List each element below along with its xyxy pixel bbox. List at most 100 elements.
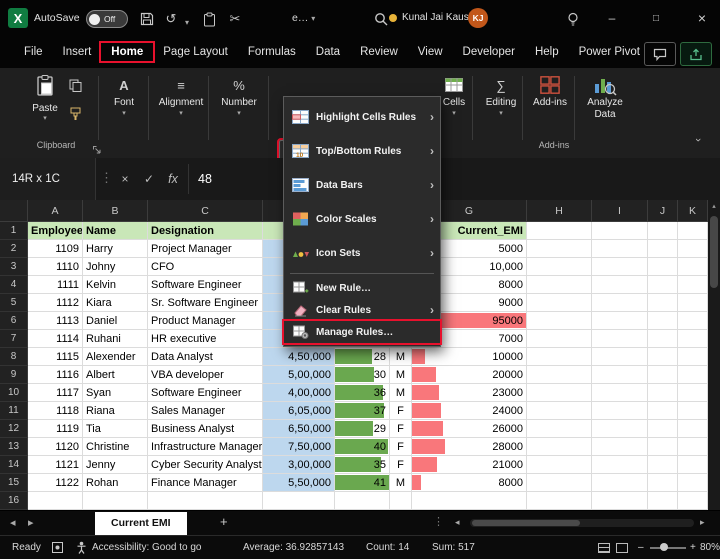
cell-b4[interactable]: Kelvin	[83, 276, 148, 294]
font-group-button[interactable]: A Font ▾	[102, 76, 146, 116]
cell-h12[interactable]	[527, 420, 592, 438]
zoom-level[interactable]: 80%	[700, 542, 720, 553]
search-icon[interactable]	[372, 10, 390, 28]
cell-d12[interactable]: 6,50,000	[263, 420, 335, 438]
zoom-in-button[interactable]: +	[690, 542, 696, 553]
ribbon-tab-page-layout[interactable]: Page Layout	[153, 43, 238, 61]
row-header-1[interactable]: 1	[0, 222, 28, 240]
ribbon-tab-file[interactable]: File	[14, 43, 53, 61]
vertical-scrollbar-thumb[interactable]	[710, 216, 718, 288]
row-header-4[interactable]: 4	[0, 276, 28, 294]
cell-b16[interactable]	[83, 492, 148, 510]
zoom-slider-knob[interactable]	[660, 543, 668, 551]
cell-a13[interactable]: 1120	[28, 438, 83, 456]
cell-g15[interactable]: 8000	[412, 474, 527, 492]
cell-k5[interactable]	[678, 294, 708, 312]
cell-h7[interactable]	[527, 330, 592, 348]
cell-i1[interactable]	[592, 222, 648, 240]
cell-c14[interactable]: Cyber Security Analyst	[148, 456, 263, 474]
cell-j16[interactable]	[648, 492, 678, 510]
cell-i15[interactable]	[592, 474, 648, 492]
cell-j12[interactable]	[648, 420, 678, 438]
insert-function-icon[interactable]: fx	[162, 158, 184, 200]
cell-f9[interactable]: M	[390, 366, 412, 384]
cell-d16[interactable]	[263, 492, 335, 510]
cell-i4[interactable]	[592, 276, 648, 294]
cell-e16[interactable]	[335, 492, 390, 510]
cell-h14[interactable]	[527, 456, 592, 474]
analyze-data-button[interactable]: Analyze Data	[578, 76, 632, 120]
cell-b3[interactable]: Johny	[83, 258, 148, 276]
cell-c12[interactable]: Business Analyst	[148, 420, 263, 438]
cell-c11[interactable]: Sales Manager	[148, 402, 263, 420]
cell-i11[interactable]	[592, 402, 648, 420]
cell-a15[interactable]: 1122	[28, 474, 83, 492]
cell-a3[interactable]: 1110	[28, 258, 83, 276]
cell-b2[interactable]: Harry	[83, 240, 148, 258]
addins-button[interactable]: Add-ins	[526, 76, 574, 108]
minimize-button[interactable]: –	[598, 0, 626, 36]
menu-item-top-bottom-rules[interactable]: 10Top/Bottom Rules›	[284, 134, 440, 168]
row-header-14[interactable]: 14	[0, 456, 28, 474]
row-header-6[interactable]: 6	[0, 312, 28, 330]
row-header-5[interactable]: 5	[0, 294, 28, 312]
cell-c13[interactable]: Infrastructure Manager	[148, 438, 263, 456]
cell-c15[interactable]: Finance Manager	[148, 474, 263, 492]
row-header-3[interactable]: 3	[0, 258, 28, 276]
cell-a4[interactable]: 1111	[28, 276, 83, 294]
cell-b13[interactable]: Christine	[83, 438, 148, 456]
clipboard-icon[interactable]	[200, 10, 218, 28]
column-header-i[interactable]: I	[592, 200, 648, 222]
page-layout-view-icon[interactable]	[616, 543, 628, 553]
cell-k13[interactable]	[678, 438, 708, 456]
cell-k4[interactable]	[678, 276, 708, 294]
cell-a11[interactable]: 1118	[28, 402, 83, 420]
vertical-scrollbar[interactable]: ▴	[708, 200, 720, 510]
cell-g9[interactable]: 20000	[412, 366, 527, 384]
cell-c7[interactable]: HR executive	[148, 330, 263, 348]
cell-d15[interactable]: 5,50,000	[263, 474, 335, 492]
alignment-group-button[interactable]: ≡ Alignment ▾	[152, 76, 210, 116]
cell-f15[interactable]: M	[390, 474, 412, 492]
cell-k9[interactable]	[678, 366, 708, 384]
cell-h6[interactable]	[527, 312, 592, 330]
cell-c6[interactable]: Product Manager	[148, 312, 263, 330]
cell-j11[interactable]	[648, 402, 678, 420]
cell-e15[interactable]: 41	[335, 474, 390, 492]
cell-c3[interactable]: CFO	[148, 258, 263, 276]
cell-h15[interactable]	[527, 474, 592, 492]
name-box[interactable]: 14R x 1C	[0, 158, 96, 200]
cell-g8[interactable]: 10000	[412, 348, 527, 366]
cell-c10[interactable]: Software Engineer	[148, 384, 263, 402]
share-button[interactable]	[680, 42, 712, 66]
formula-bar-value[interactable]: 48	[198, 158, 212, 200]
cell-i9[interactable]	[592, 366, 648, 384]
cell-j13[interactable]	[648, 438, 678, 456]
cell-k3[interactable]	[678, 258, 708, 276]
cell-b1[interactable]: Name	[83, 222, 148, 240]
cell-h4[interactable]	[527, 276, 592, 294]
ribbon-tab-developer[interactable]: Developer	[453, 43, 525, 61]
previous-sheet-icon[interactable]: ◂	[10, 516, 16, 529]
cell-i3[interactable]	[592, 258, 648, 276]
cell-j15[interactable]	[648, 474, 678, 492]
cell-a1[interactable]: Employee	[28, 222, 83, 240]
cell-e14[interactable]: 35	[335, 456, 390, 474]
cell-a14[interactable]: 1121	[28, 456, 83, 474]
close-button[interactable]: ×	[688, 0, 716, 36]
cancel-icon[interactable]: ×	[114, 158, 136, 200]
cell-j14[interactable]	[648, 456, 678, 474]
cell-g13[interactable]: 28000	[412, 438, 527, 456]
cell-b8[interactable]: Alexender	[83, 348, 148, 366]
cell-k1[interactable]	[678, 222, 708, 240]
row-header-13[interactable]: 13	[0, 438, 28, 456]
cell-k15[interactable]	[678, 474, 708, 492]
row-header-10[interactable]: 10	[0, 384, 28, 402]
ribbon-tab-power-pivot[interactable]: Power Pivot	[569, 43, 650, 61]
cell-e10[interactable]: 36	[335, 384, 390, 402]
lightbulb-icon[interactable]	[564, 10, 582, 28]
cell-i13[interactable]	[592, 438, 648, 456]
cell-a5[interactable]: 1112	[28, 294, 83, 312]
save-icon[interactable]	[138, 10, 156, 28]
ribbon-tab-help[interactable]: Help	[525, 43, 569, 61]
